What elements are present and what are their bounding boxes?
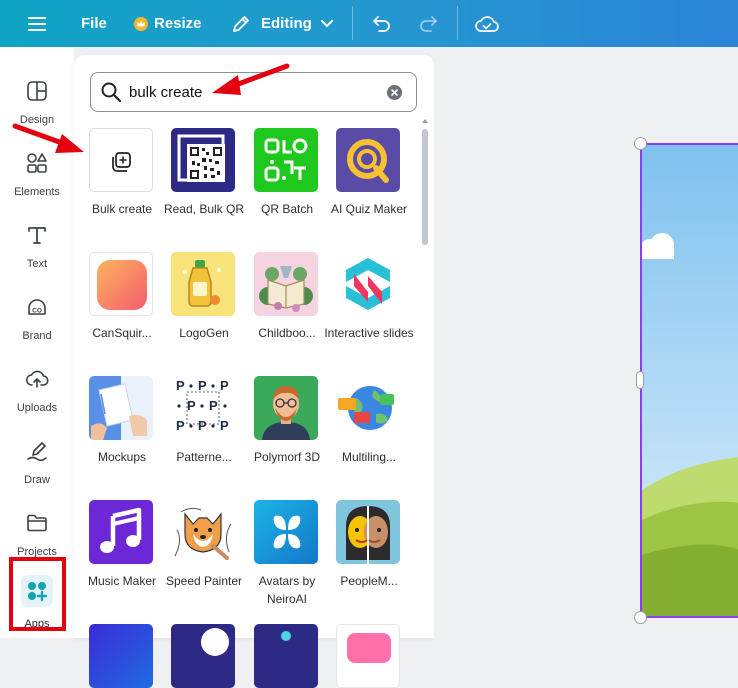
redo-icon — [418, 15, 438, 33]
rail-label: Uploads — [16, 402, 58, 414]
cansquirrel-icon — [89, 252, 153, 316]
pattern-icon: PPPPPPPP — [171, 376, 235, 440]
file-menu-button[interactable]: File — [81, 0, 107, 47]
app-label: Childboo... — [258, 326, 316, 340]
app-label: Speed Painter — [165, 574, 243, 588]
quiz-icon — [336, 128, 400, 192]
rail-item-design[interactable]: Design — [0, 67, 74, 137]
apps-panel: Bulk create Read, Bulk QR QR Batch AI Qu… — [74, 55, 434, 688]
rail-label: Elements — [14, 186, 60, 198]
svg-text:P: P — [176, 378, 185, 393]
rail-label: Draw — [24, 474, 50, 486]
app-label: Multiling... — [341, 450, 397, 464]
brand-icon: CO — [25, 295, 49, 319]
editing-label: Editing — [261, 15, 312, 32]
polymorf-avatar-icon — [254, 376, 318, 440]
design-page[interactable] — [640, 143, 738, 618]
text-icon — [25, 223, 49, 247]
apps-highlight-box — [9, 557, 66, 631]
pencil-icon — [231, 14, 251, 34]
resize-button[interactable]: Resize — [134, 0, 202, 47]
save-status-button[interactable] — [475, 0, 499, 47]
panel-scrollbar[interactable] — [418, 115, 432, 638]
multilingual-icon — [336, 376, 400, 440]
cloud-check-icon — [475, 15, 499, 33]
draw-icon — [25, 439, 49, 463]
app-label: LogoGen — [179, 326, 229, 340]
svg-text:P: P — [220, 418, 229, 433]
qr-code-icon — [171, 128, 235, 192]
undo-icon — [372, 15, 392, 33]
design-icon — [25, 79, 49, 103]
app-label: Music Maker — [87, 574, 156, 588]
rail-item-draw[interactable]: Draw — [0, 427, 74, 497]
rail-item-elements[interactable]: Elements — [0, 139, 74, 209]
app-label: Interactive slides — [324, 326, 414, 340]
music-note-icon — [89, 500, 153, 564]
app-label: Bulk create — [91, 202, 153, 216]
file-label: File — [81, 15, 107, 32]
app-label: Polymorf 3D — [253, 450, 321, 464]
peoplem-icon — [336, 500, 400, 564]
design-canvas-area — [434, 47, 738, 638]
uploads-icon — [25, 367, 49, 391]
app-thumbnail-icon — [254, 624, 318, 688]
rail-label: Brand — [22, 330, 52, 342]
app-label: CanSquir... — [92, 326, 152, 340]
childbook-icon — [254, 252, 318, 316]
chevron-down-icon — [320, 19, 333, 28]
hamburger-icon[interactable] — [28, 0, 46, 47]
svg-text:P: P — [220, 378, 229, 393]
rail-item-uploads[interactable]: Uploads — [0, 355, 74, 425]
app-label: Avatars by NeiroAI — [258, 574, 316, 606]
clear-search-icon[interactable] — [387, 85, 402, 100]
interactive-slides-icon — [336, 252, 400, 316]
app-thumbnail-icon — [336, 624, 400, 688]
rail-item-text[interactable]: Text — [0, 211, 74, 281]
rail-label: Text — [26, 258, 48, 270]
elements-icon — [25, 151, 49, 175]
app-label: Patterne... — [176, 450, 232, 464]
toolbar-divider — [352, 6, 353, 40]
bulk-create-icon — [89, 128, 153, 192]
top-toolbar: File Resize Editing — [0, 0, 738, 47]
rail-item-brand[interactable]: CO Brand — [0, 283, 74, 353]
editing-mode-button[interactable]: Editing — [231, 0, 333, 47]
folder-icon — [25, 511, 49, 535]
app-label: AI Quiz Maker — [330, 202, 408, 216]
crown-icon — [134, 16, 148, 31]
app-label: PeopleM... — [340, 574, 398, 588]
svg-text:P: P — [187, 398, 196, 413]
search-box[interactable] — [90, 72, 417, 112]
undo-button[interactable] — [372, 0, 392, 47]
neiroai-icon — [254, 500, 318, 564]
app-label: Read, Bulk QR — [163, 202, 245, 216]
svg-text:P: P — [198, 378, 207, 393]
resize-handle[interactable] — [634, 137, 647, 150]
landscape-illustration — [642, 145, 738, 616]
side-rail: Design Elements Text CO Brand Uploads Dr… — [0, 47, 74, 638]
search-icon — [100, 81, 122, 108]
side-resize-handle[interactable] — [636, 371, 644, 389]
search-input[interactable] — [129, 81, 379, 103]
rail-label: Design — [19, 114, 55, 126]
resize-handle[interactable] — [634, 611, 647, 624]
toolbar-divider — [457, 6, 458, 40]
speed-painter-icon — [171, 500, 235, 564]
mockups-icon — [89, 376, 153, 440]
logogen-icon — [171, 252, 235, 316]
qr-batch-icon — [254, 128, 318, 192]
app-label: QR Batch — [260, 202, 314, 216]
redo-button[interactable] — [418, 0, 438, 47]
svg-text:CO: CO — [32, 308, 42, 315]
svg-text:P: P — [209, 398, 218, 413]
app-thumbnail-icon — [171, 624, 235, 688]
svg-text:P: P — [176, 418, 185, 433]
app-label: Mockups — [97, 450, 147, 464]
app-thumbnail-icon — [89, 624, 153, 688]
svg-text:P: P — [198, 418, 207, 433]
resize-label: Resize — [154, 15, 202, 32]
